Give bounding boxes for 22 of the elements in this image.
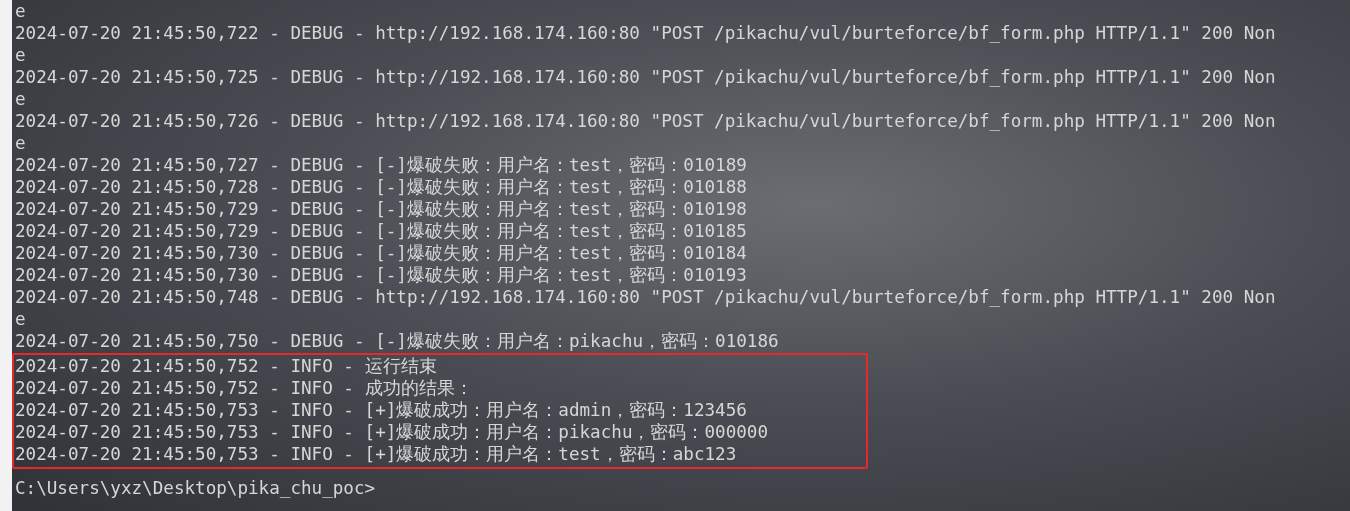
log-line: e xyxy=(15,44,26,66)
log-line: 2024-07-20 21:45:50,752 - INFO - 成功的结果： xyxy=(15,377,473,399)
log-line: 2024-07-20 21:45:50,748 - DEBUG - http://192.168.174.160:80 "POST /pikachu/vul/burteforce/bf_form.php HTTP/1.1" 200 Non xyxy=(15,286,1276,308)
log-line: e xyxy=(15,88,26,110)
log-line: 2024-07-20 21:45:50,753 - INFO - [+]爆破成功：用户名：pikachu，密码：000000 xyxy=(15,421,769,443)
command-prompt: C:\Users\yxz\Desktop\pika_chu_poc> xyxy=(15,477,376,499)
log-line: e xyxy=(15,0,26,22)
log-line: 2024-07-20 21:45:50,729 - DEBUG - [-]爆破失败：用户名：test，密码：010198 xyxy=(15,198,747,220)
log-line: 2024-07-20 21:45:50,753 - INFO - [+]爆破成功：用户名：test，密码：abc123 xyxy=(15,443,737,465)
log-line: 2024-07-20 21:45:50,722 - DEBUG - http://192.168.174.160:80 "POST /pikachu/vul/burteforce/bf_form.php HTTP/1.1" 200 Non xyxy=(15,22,1276,44)
log-line: e xyxy=(15,308,26,330)
log-line: 2024-07-20 21:45:50,753 - INFO - [+]爆破成功：用户名：admin，密码：123456 xyxy=(15,399,747,421)
log-line: 2024-07-20 21:45:50,730 - DEBUG - [-]爆破失败：用户名：test，密码：010184 xyxy=(15,242,747,264)
log-line: 2024-07-20 21:45:50,727 - DEBUG - [-]爆破失败：用户名：test，密码：010189 xyxy=(15,154,747,176)
log-line: 2024-07-20 21:45:50,726 - DEBUG - http://192.168.174.160:80 "POST /pikachu/vul/burteforce/bf_form.php HTTP/1.1" 200 Non xyxy=(15,110,1276,132)
log-line: 2024-07-20 21:45:50,750 - DEBUG - [-]爆破失败：用户名：pikachu，密码：010186 xyxy=(15,330,779,352)
log-line: 2024-07-20 21:45:50,728 - DEBUG - [-]爆破失败：用户名：test，密码：010188 xyxy=(15,176,747,198)
log-line: 2024-07-20 21:45:50,752 - INFO - 运行结束 xyxy=(15,355,437,377)
log-line: 2024-07-20 21:45:50,730 - DEBUG - [-]爆破失败：用户名：test，密码：010193 xyxy=(15,264,747,286)
log-line: e xyxy=(15,132,26,154)
log-line: 2024-07-20 21:45:50,725 - DEBUG - http://192.168.174.160:80 "POST /pikachu/vul/burteforce/bf_form.php HTTP/1.1" 200 Non xyxy=(15,66,1276,88)
log-line: 2024-07-20 21:45:50,729 - DEBUG - [-]爆破失败：用户名：test，密码：010185 xyxy=(15,220,747,242)
